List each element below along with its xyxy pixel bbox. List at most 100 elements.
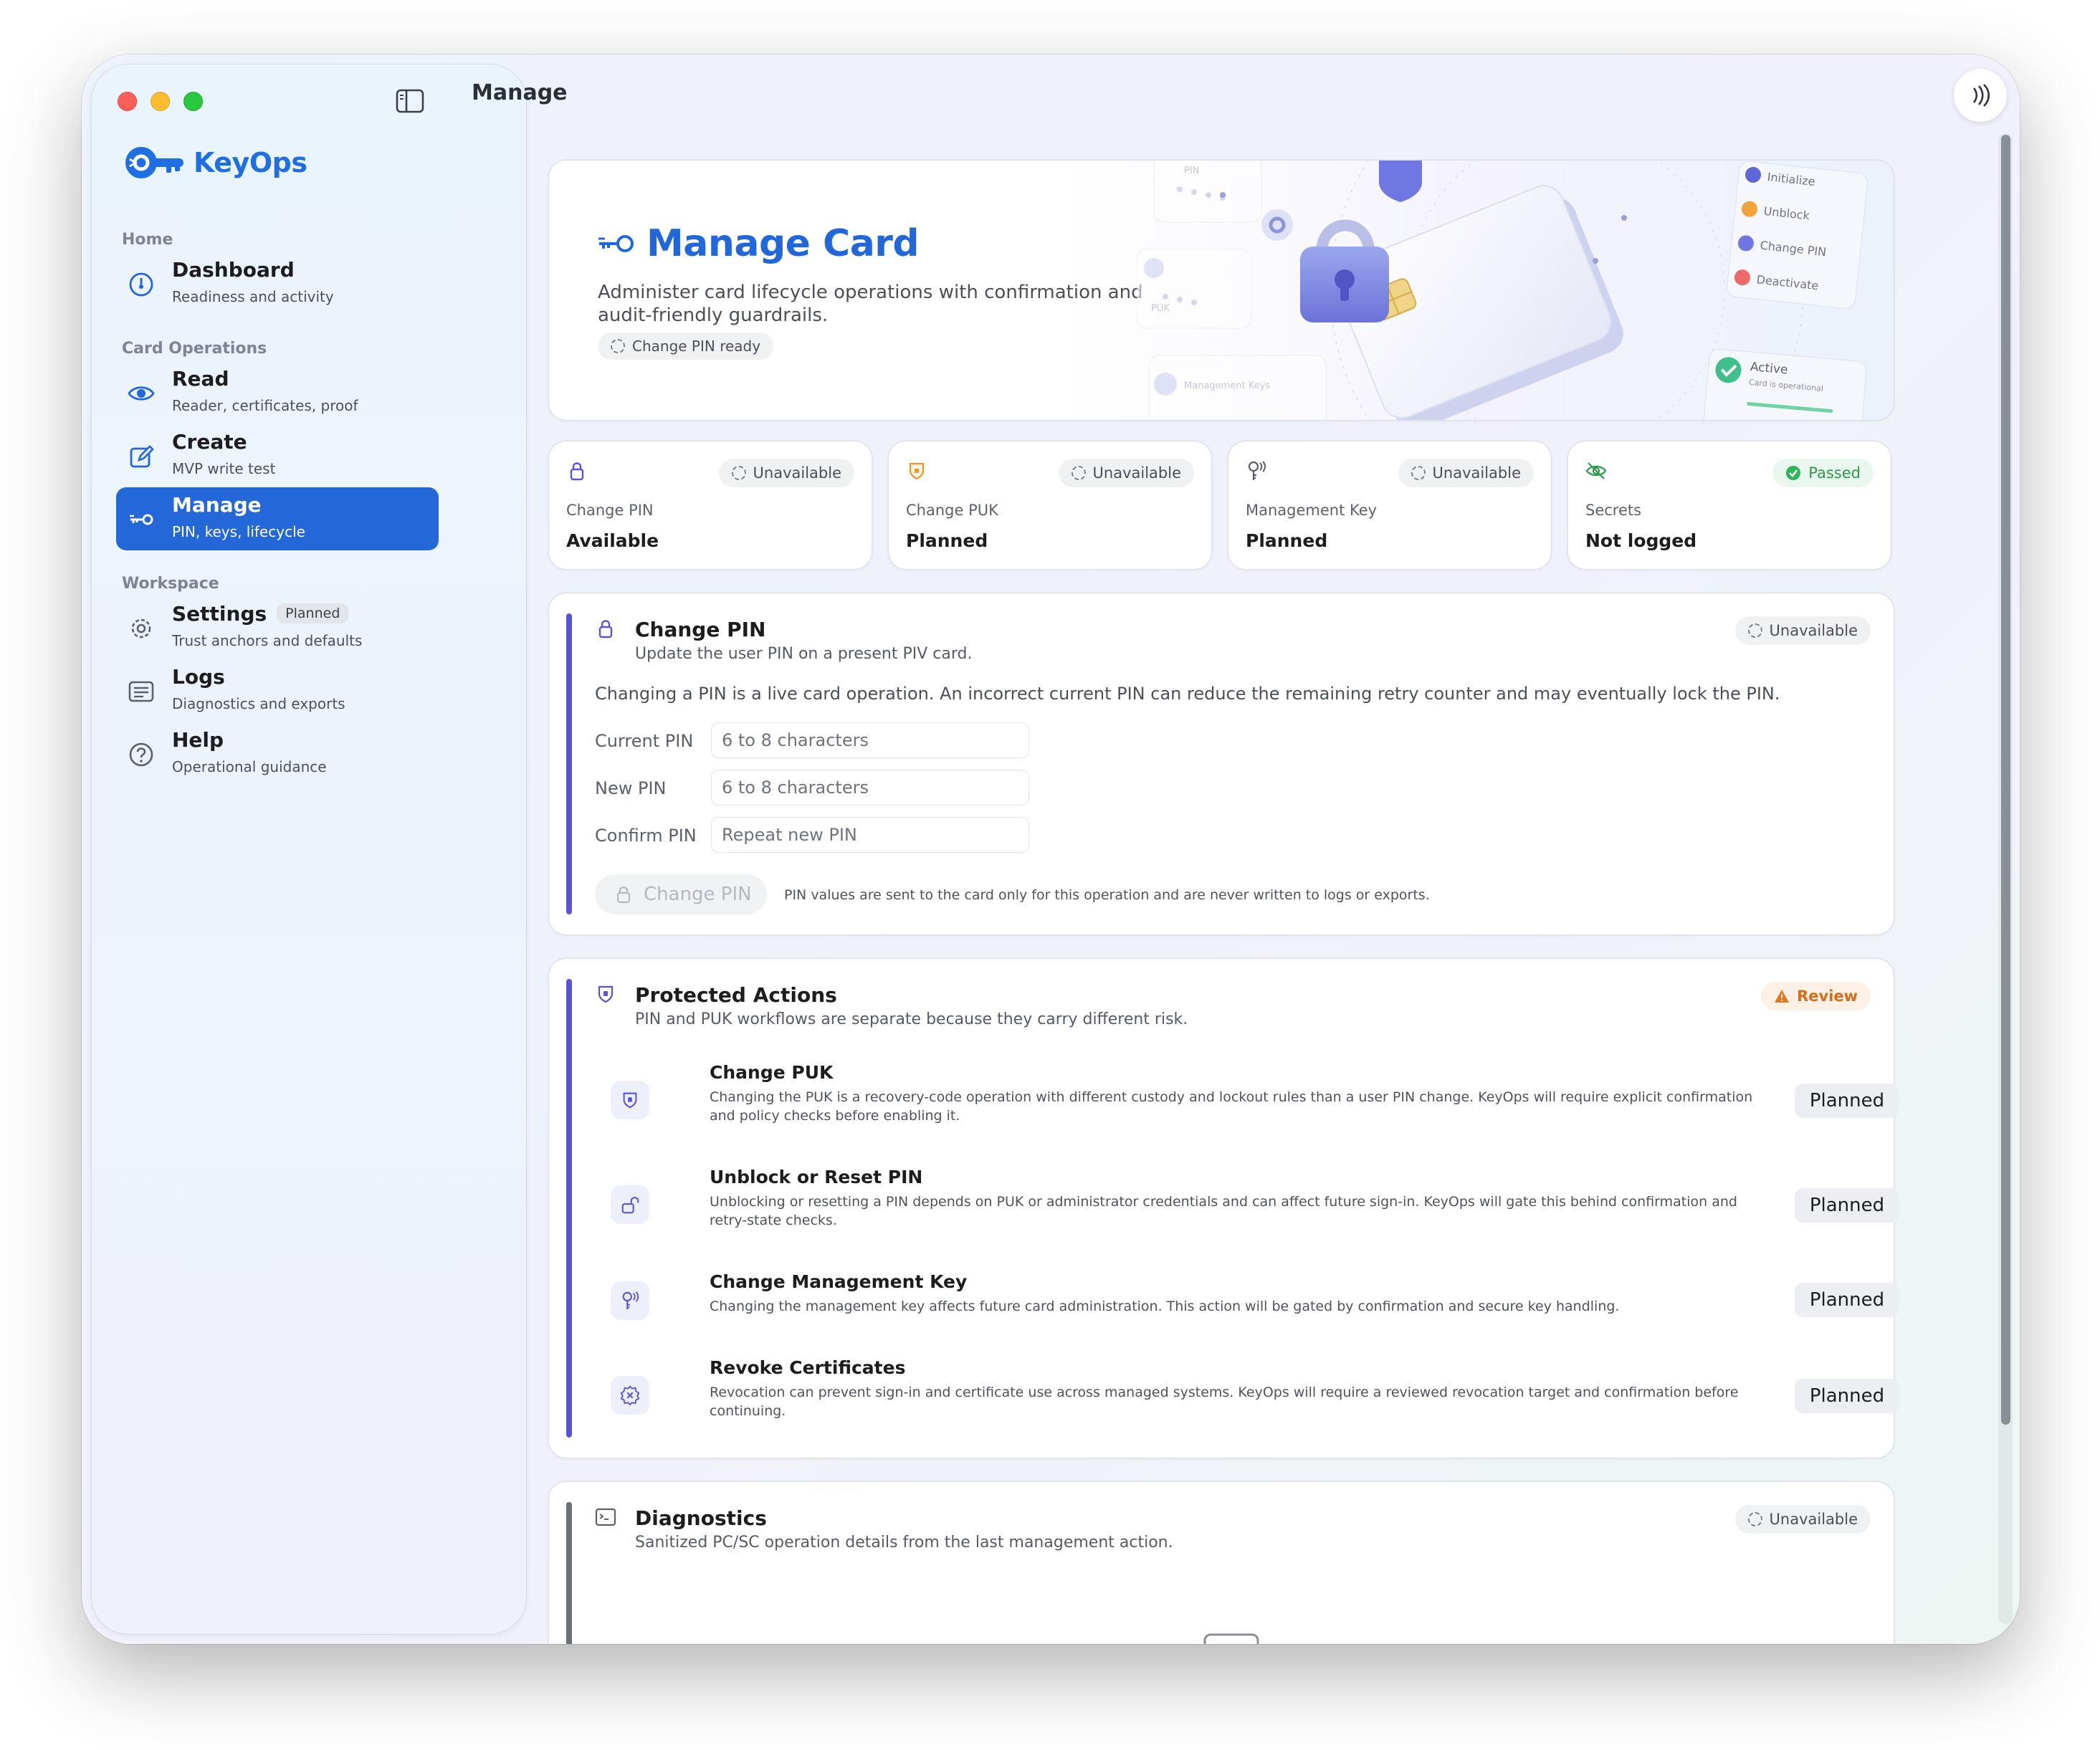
nfc-signal-icon [1972,84,1990,107]
status-value: Planned [906,530,988,551]
action-row-change-puk: Change PUK Changing the PUK is a recover… [595,1062,1899,1141]
sidebar-item-create[interactable]: Create MVP write test [116,424,439,487]
warning-icon [1775,990,1790,1003]
eye-icon [128,386,155,401]
sidebar-item-label: Read [172,367,229,391]
list-icon [128,681,154,702]
zoom-window-button[interactable] [183,92,203,111]
sidebar: KeyOps Home Dashboard Readiness and acti… [92,64,526,1634]
nfc-button[interactable] [1954,69,2007,122]
key-signal-icon [1248,461,1266,480]
minimize-window-button[interactable] [151,92,170,111]
section-subtitle: PIN and PUK workflows are separate becau… [635,1010,1188,1028]
app-logo: KeyOps [123,145,307,181]
pending-ring-icon [1411,466,1426,480]
lock-icon [598,620,613,639]
current-pin-input[interactable] [711,722,1029,758]
pending-ring-icon [1747,623,1762,638]
change-management-key-planned-button[interactable]: Planned [1795,1283,1899,1317]
status-pill: Unavailable [1734,616,1871,645]
new-pin-label: New PIN [595,778,667,798]
section-accent-bar [566,979,572,1438]
new-pin-input[interactable] [711,770,1029,805]
confirm-pin-input[interactable] [711,817,1029,853]
scrollbar-thumb[interactable] [2001,135,2010,1425]
sidebar-item-settings[interactable]: Settings Planned Trust anchors and defaul… [116,596,439,659]
sidebar-item-label: Help [172,728,224,752]
key-signal-icon [622,1291,639,1310]
shield-icon [909,462,925,480]
status-label: Change PUK [906,502,998,519]
sidebar-item-label: Settings Planned [172,602,349,626]
action-icon-box [611,1185,649,1224]
change-pin-section: Change PIN Update the user PIN on a pres… [549,593,1894,934]
app-window: KeyOps Home Dashboard Readiness and acti… [82,54,2020,1644]
section-label-home: Home [122,231,173,249]
sidebar-item-manage[interactable]: Manage PIN, keys, lifecycle [116,487,439,550]
section-accent-bar [566,1502,572,1644]
check-circle-icon [1786,466,1801,480]
eye-slash-icon [1585,462,1607,479]
change-puk-planned-button[interactable]: Planned [1795,1084,1899,1118]
sidebar-item-help[interactable]: Help Operational guidance [116,722,439,785]
sidebar-toggle-icon[interactable] [396,89,424,113]
sidebar-item-subtitle: Diagnostics and exports [172,695,345,712]
app-name: KeyOps [194,147,307,178]
action-title: Change PUK [710,1062,834,1083]
passed-pill: Passed [1772,459,1874,487]
shield-icon [623,1092,637,1109]
pill-label: Unavailable [1092,464,1181,482]
hero-title: Manage Card [646,222,920,265]
action-icon-box [611,1376,649,1415]
pending-ring-icon [1071,466,1086,480]
pill-label: Passed [1808,464,1861,482]
review-pill: Review [1761,982,1871,1010]
action-description: Revocation can prevent sign-in and certi… [710,1385,1739,1419]
pill-label: Unavailable [1432,464,1521,482]
edit-icon [130,445,154,468]
section-subtitle: Update the user PIN on a present PIV car… [635,645,973,663]
status-pill: Unavailable [718,459,854,487]
pill-label: Unavailable [1769,1511,1858,1528]
close-window-button[interactable] [118,92,137,111]
section-title: Change PIN [635,618,766,641]
status-card-secrets: Passed Secrets Not logged [1568,441,1891,569]
revoke-certificates-planned-button[interactable]: Planned [1795,1379,1899,1413]
sidebar-item-subtitle: Readiness and activity [172,288,334,305]
help-icon [129,742,153,767]
action-title: Revoke Certificates [710,1357,906,1378]
sidebar-item-label: Logs [172,665,225,689]
confirm-pin-label: Confirm PIN [595,826,697,846]
action-description: Changing the PUK is a recovery-code oper… [710,1089,1753,1124]
unblock-reset-pin-planned-button[interactable]: Planned [1795,1188,1899,1223]
status-label: Management Key [1246,502,1378,519]
revoke-certificate-icon [620,1385,640,1405]
status-card-change-puk: Unavailable Change PUK Planned [889,441,1211,569]
sidebar-item-dashboard[interactable]: Dashboard Readiness and activity [116,252,439,315]
hero-card-illustration: PUK Management Keys PIN Initialize Unblo… [1137,161,1868,420]
status-value: Planned [1246,530,1328,551]
sidebar-item-logs[interactable]: Logs Diagnostics and exports [116,659,439,722]
hero-card: Manage Card Administer card lifecycle op… [549,161,1894,420]
lock-icon [616,886,631,904]
planned-badge: Planned [277,603,349,623]
status-value: Available [566,530,659,551]
status-card-change-pin: Unavailable Change PIN Available [549,441,872,569]
sidebar-item-subtitle: MVP write test [172,460,276,477]
status-pill: Unavailable [1398,459,1534,487]
sidebar-item-read[interactable]: Read Reader, certificates, proof [116,361,439,424]
action-title: Change Management Key [710,1271,968,1292]
action-icon-box [611,1281,649,1320]
action-row-unblock-reset-pin: Unblock or Reset PIN Unblocking or reset… [595,1167,1899,1245]
status-pill: Unavailable [1058,459,1194,487]
change-pin-button[interactable]: Change PIN [595,874,767,914]
action-row-revoke-certificates: Revoke Certificates Revocation can preve… [595,1357,1899,1436]
status-pill: Unavailable [1734,1505,1871,1534]
action-icon-box [611,1081,649,1119]
side-label-management-keys: Management Keys [1184,381,1270,391]
side-label-pin: PIN [1184,166,1199,176]
side-label-puk: PUK [1151,303,1170,314]
lock-icon [570,462,584,481]
status-value: Not logged [1585,530,1697,551]
section-subtitle: Sanitized PC/SC operation details from t… [635,1534,1173,1551]
